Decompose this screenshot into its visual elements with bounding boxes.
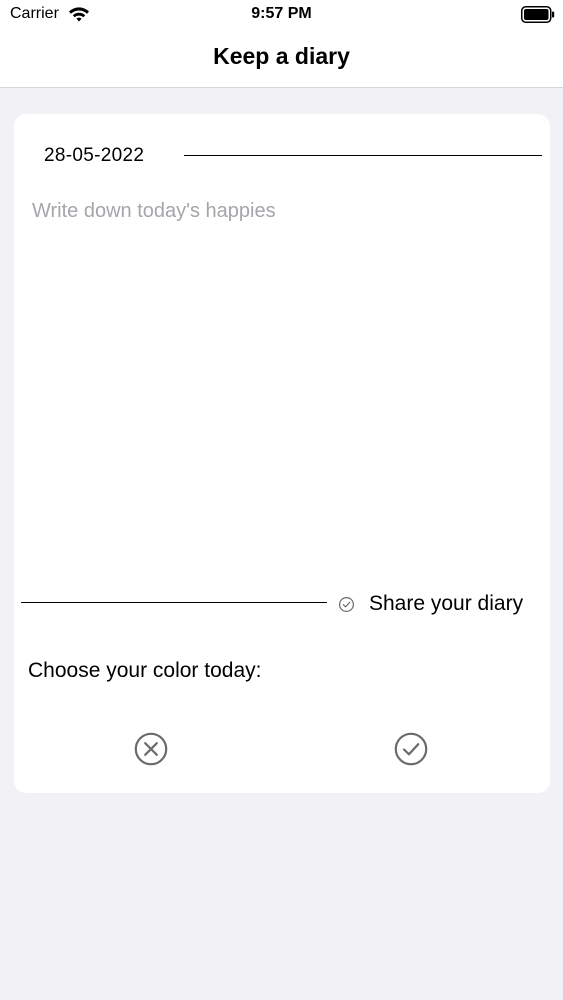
check-circle-icon [394, 732, 428, 766]
battery-icon [521, 6, 555, 23]
diary-entry-input[interactable] [32, 198, 532, 578]
cancel-button[interactable] [133, 731, 169, 767]
share-diary-toggle[interactable]: Share your diary [338, 591, 523, 617]
confirm-button[interactable] [393, 731, 429, 767]
x-circle-icon [134, 732, 168, 766]
page-title: Keep a diary [213, 43, 350, 69]
status-time: 9:57 PM [251, 5, 312, 22]
check-circle-icon [338, 596, 355, 612]
navigation-bar: Keep a diary [0, 30, 563, 88]
date-divider [184, 155, 542, 156]
status-bar: Carrier 9:57 PM [0, 0, 563, 30]
diary-card: 28-05-2022 Share your diary Choose your … [14, 114, 550, 793]
diary-date: 28-05-2022 [44, 145, 145, 166]
color-prompt: Choose your color today: [28, 659, 262, 682]
share-diary-label: Share your diary [369, 592, 524, 615]
share-divider [21, 602, 327, 603]
